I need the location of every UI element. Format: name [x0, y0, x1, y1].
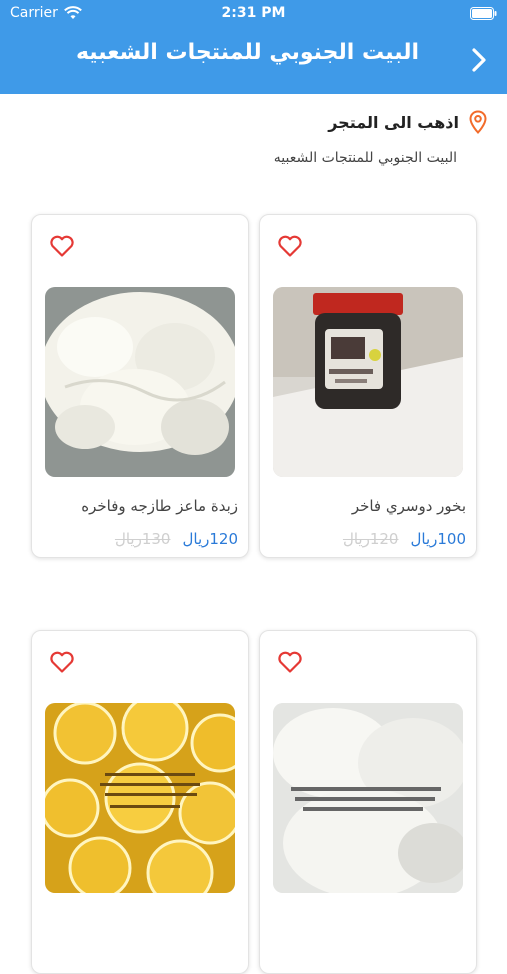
product-image-ghee-glasses[interactable] — [45, 703, 235, 893]
chevron-right-icon[interactable] — [471, 47, 487, 73]
heart-icon[interactable] — [277, 234, 303, 258]
battery-icon — [470, 7, 497, 20]
page-title: البيت الجنوبي للمنتجات الشعبيه — [75, 40, 419, 65]
app-header: Carrier 2:31 PM البيت الجنوبي للمنتجات ا… — [0, 0, 507, 94]
product-image-goat-butter[interactable] — [45, 287, 235, 477]
product-price: 100ريال — [410, 530, 466, 548]
clock: 2:31 PM — [221, 5, 286, 21]
product-card[interactable]: بخور دوسري فاخر 100ريال 120ريال — [259, 214, 477, 558]
product-card[interactable]: زبدة ماعز طازجه وفاخره 120ريال 130ريال — [31, 214, 249, 558]
product-image-white-butter[interactable] — [273, 703, 463, 893]
heart-icon[interactable] — [277, 650, 303, 674]
product-image-incense-jar[interactable] — [273, 287, 463, 477]
product-old-price: 120ريال — [342, 530, 399, 548]
product-price: 120ريال — [182, 530, 238, 548]
heart-icon[interactable] — [49, 234, 75, 258]
heart-icon[interactable] — [49, 650, 75, 674]
product-card[interactable] — [31, 630, 249, 974]
location-pin-icon — [469, 110, 487, 134]
go-to-store-label: اذهب الى المتجر — [328, 112, 459, 132]
product-old-price: 130ريال — [114, 530, 171, 548]
price-row: 120ريال 130ريال — [115, 530, 238, 548]
status-bar: Carrier 2:31 PM — [0, 0, 507, 28]
go-to-store-link[interactable]: اذهب الى المتجر — [328, 110, 487, 134]
product-name: بخور دوسري فاخر — [351, 497, 466, 515]
price-row: 100ريال 120ريال — [343, 530, 466, 548]
store-name: البيت الجنوبي للمنتجات الشعبيه — [273, 150, 457, 166]
product-card[interactable] — [259, 630, 477, 974]
product-name: زبدة ماعز طازجه وفاخره — [81, 497, 238, 515]
